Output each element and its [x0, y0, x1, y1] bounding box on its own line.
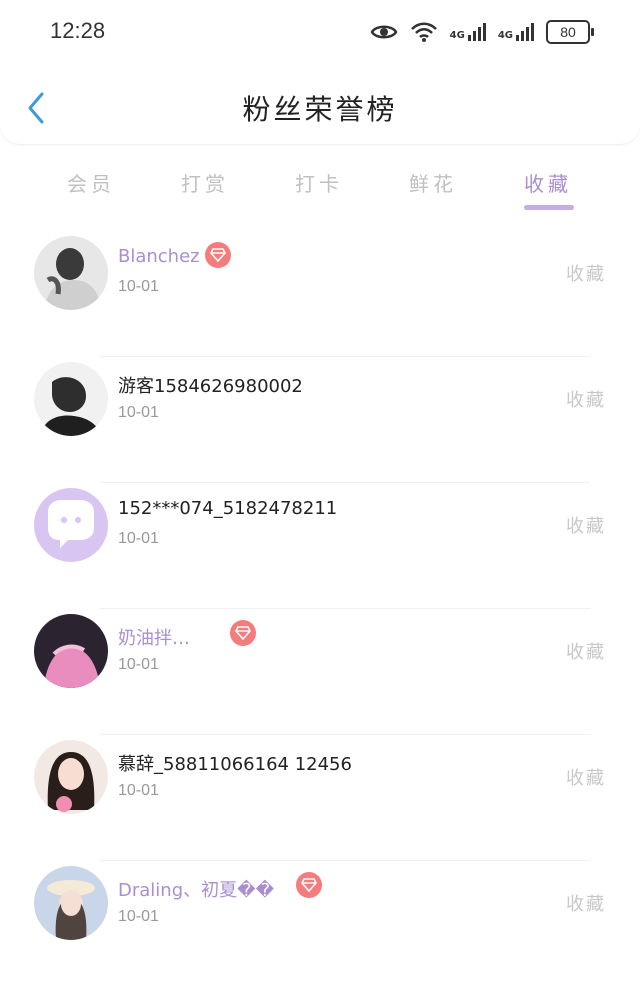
- list-item[interactable]: 慕辞_58811066164 12456 10-01 收藏: [0, 734, 640, 862]
- tab-checkin[interactable]: 打卡: [274, 168, 364, 197]
- diamond-badge-icon: [205, 242, 231, 268]
- date: 10-01: [118, 656, 159, 673]
- diamond-badge-icon: [230, 620, 256, 646]
- header: 粉丝荣誉榜: [0, 64, 640, 144]
- status-time: 12:28: [50, 18, 106, 43]
- list-item[interactable]: 152***074_5182478211 10-01 收藏: [0, 482, 640, 610]
- user-name: 奶油拌…: [118, 628, 190, 649]
- favorite-label: 收藏: [566, 894, 606, 915]
- favorite-label: 收藏: [566, 264, 606, 285]
- user-name: 游客1584626980002: [118, 376, 303, 397]
- favorite-label: 收藏: [566, 516, 606, 537]
- status-icons: 4G 4G 80: [370, 18, 594, 46]
- list-item[interactable]: 奶油拌… 10-01 收藏: [0, 608, 640, 736]
- battery-icon: 80: [546, 20, 594, 44]
- user-name: Blanchez: [118, 246, 200, 267]
- tab-members[interactable]: 会员: [46, 168, 136, 197]
- tab-favorites[interactable]: 收藏: [503, 168, 593, 197]
- list-item[interactable]: Draling、初夏�� 10-01 收藏: [0, 860, 640, 988]
- avatar: [34, 740, 108, 814]
- list-item[interactable]: 游客1584626980002 10-01 收藏: [0, 356, 640, 484]
- status-bar: 12:28 4G 4G 80: [0, 0, 640, 64]
- avatar: [34, 488, 108, 562]
- date: 10-01: [118, 908, 159, 925]
- divider: [100, 356, 590, 357]
- favorite-label: 收藏: [566, 642, 606, 663]
- tab-bar: 会员 打赏 打卡 鲜花 收藏: [0, 160, 640, 216]
- divider: [100, 860, 590, 861]
- date: 10-01: [118, 530, 159, 547]
- avatar: [34, 866, 108, 940]
- favorite-label: 收藏: [566, 768, 606, 789]
- date: 10-01: [118, 404, 159, 421]
- tab-rewards[interactable]: 打赏: [160, 168, 250, 197]
- avatar: [34, 362, 108, 436]
- eye-icon: [370, 25, 398, 39]
- divider: [100, 608, 590, 609]
- favorite-label: 收藏: [566, 390, 606, 411]
- list-item[interactable]: Blanchez 10-01 收藏: [0, 232, 640, 358]
- user-name: 152***074_5182478211: [118, 498, 338, 519]
- signal-icon: 4G: [498, 23, 534, 41]
- avatar: [34, 614, 108, 688]
- page-title: 粉丝荣誉榜: [242, 93, 398, 126]
- diamond-badge-icon: [296, 872, 322, 898]
- date: 10-01: [118, 278, 159, 295]
- signal-icon: 4G: [450, 23, 486, 41]
- wifi-icon: [410, 22, 437, 42]
- divider: [100, 734, 590, 735]
- date: 10-01: [118, 782, 159, 799]
- divider: [100, 482, 590, 483]
- tab-flowers[interactable]: 鲜花: [388, 168, 478, 197]
- user-name: Draling、初夏��: [118, 880, 275, 901]
- avatar: [34, 236, 108, 310]
- active-tab-indicator: [524, 205, 574, 210]
- user-name: 慕辞_58811066164 12456: [118, 754, 352, 775]
